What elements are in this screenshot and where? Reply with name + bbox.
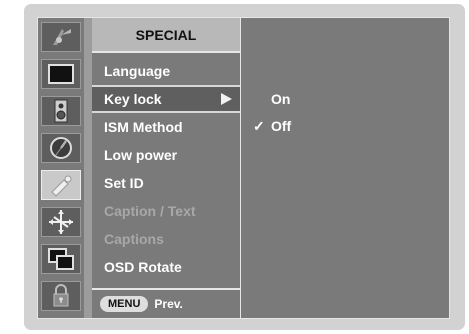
menu-item-captions: Captions (92, 225, 240, 253)
special-menu: SPECIAL Language Key lock ISM Method Low… (92, 18, 240, 318)
timer-icon[interactable] (41, 133, 81, 163)
check-mark-icon: ✓ (253, 117, 265, 134)
arrows-move-icon[interactable] (41, 207, 81, 237)
option-label: On (271, 91, 291, 107)
menu-item-label: Set ID (104, 175, 144, 191)
menu-item-label: Key lock (104, 91, 162, 107)
menu-item-ism-method[interactable]: ISM Method (92, 113, 240, 141)
speaker-icon[interactable] (41, 96, 81, 126)
prev-label: Prev. (154, 297, 183, 311)
menu-footer: MENU Prev. (92, 288, 240, 318)
menu-item-language[interactable]: Language (92, 57, 240, 85)
menu-item-key-lock[interactable]: Key lock (92, 85, 240, 113)
option-label: Off (271, 118, 292, 134)
menu-title: SPECIAL (92, 18, 240, 53)
screen-icon[interactable] (41, 59, 81, 89)
picture-adjust-icon[interactable] (41, 22, 81, 52)
menu-item-label: Language (104, 63, 171, 79)
pip-icon[interactable] (41, 244, 81, 274)
menu-item-set-id[interactable]: Set ID (92, 169, 240, 197)
key-lock-submenu: On ✓ Off (240, 18, 449, 318)
category-icon-column (38, 18, 84, 318)
menu-item-label: Caption / Text (104, 203, 196, 219)
menu-item-caption-text: Caption / Text (92, 197, 240, 225)
menu-item-osd-rotate[interactable]: OSD Rotate (92, 253, 240, 281)
option-off[interactable]: ✓ Off (253, 115, 291, 137)
menu-item-label: Low power (104, 147, 178, 163)
special-tool-icon[interactable] (41, 170, 81, 200)
submenu-arrow-icon (221, 93, 232, 105)
menu-item-low-power[interactable]: Low power (92, 141, 240, 169)
lock-icon[interactable] (41, 281, 81, 311)
menu-item-label: ISM Method (104, 119, 183, 135)
menu-item-label: Captions (104, 231, 164, 247)
option-on[interactable]: On (253, 88, 290, 110)
menu-item-label: OSD Rotate (104, 259, 182, 275)
menu-button[interactable]: MENU (100, 296, 149, 312)
